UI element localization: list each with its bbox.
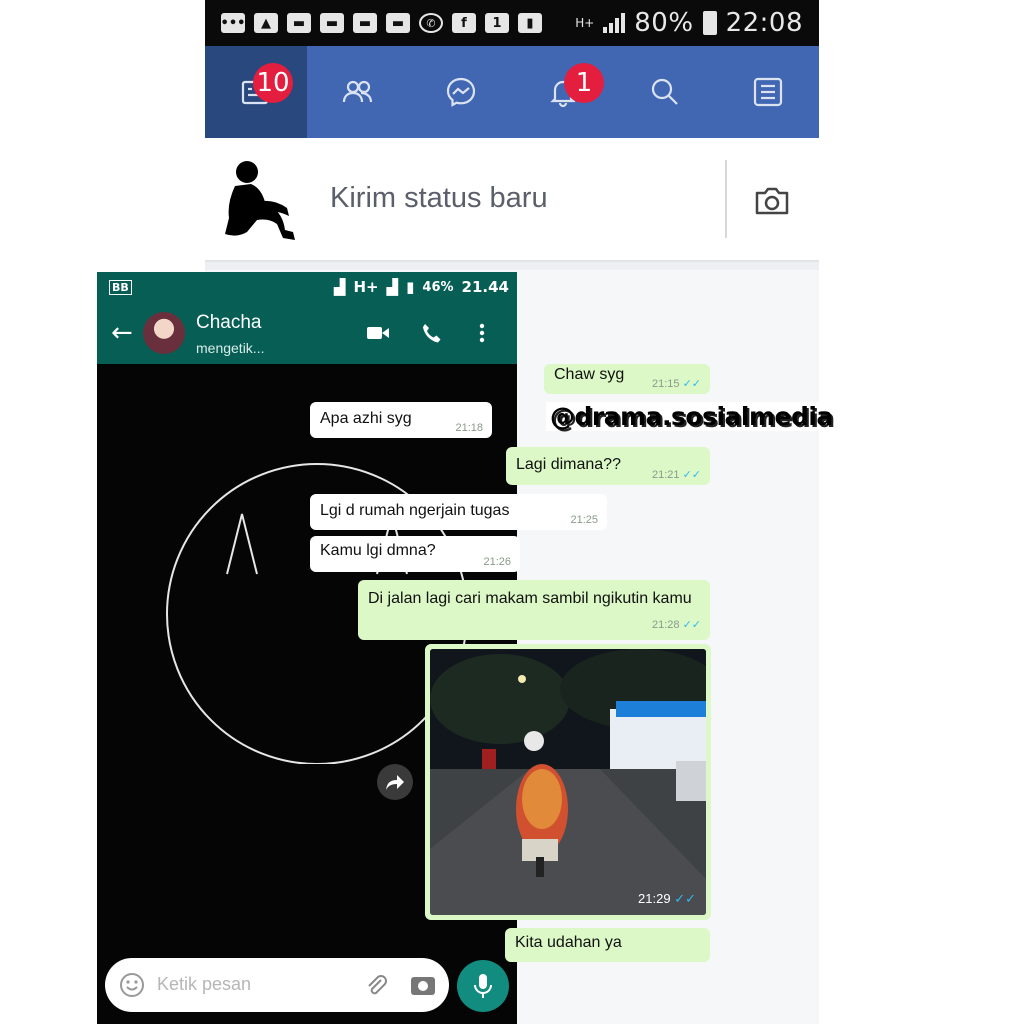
message-time: 21:26 <box>483 556 511 568</box>
contact-typing-status: mengetik... <box>196 340 265 356</box>
tab-menu[interactable] <box>717 46 819 138</box>
message-notification-icon-3: ▬ <box>353 13 377 33</box>
camera-icon[interactable] <box>409 971 437 999</box>
tab-friends[interactable] <box>307 46 409 138</box>
message-bubble-in[interactable]: Kamu lgi dmna? 21:26 <box>310 536 520 572</box>
message-text: Apa azhi syg <box>320 410 412 427</box>
message-text: Chaw syg <box>554 366 625 383</box>
message-time: 21:15 ✓✓ <box>651 378 701 390</box>
message-notification-icon-2: ▬ <box>320 13 344 33</box>
street-scene-image <box>430 649 706 915</box>
facebook-nav-bar: 10 1 <box>205 46 819 138</box>
tab-notifications[interactable]: 1 <box>512 46 614 138</box>
voice-call-icon[interactable] <box>419 322 445 344</box>
search-icon <box>652 78 679 105</box>
message-bubble-in[interactable]: Lgi d rumah ngerjain tugas 21:25 <box>310 494 607 530</box>
street-photo[interactable]: 21:29 ✓✓ <box>430 649 706 915</box>
message-bubble-out[interactable]: Lagi dimana?? 21:21 ✓✓ <box>506 447 710 485</box>
camera-icon[interactable] <box>753 184 791 218</box>
photo-message-time: 21:29 ✓✓ <box>638 891 696 906</box>
microphone-button[interactable] <box>457 960 509 1012</box>
message-time: 21:21 ✓✓ <box>651 469 701 481</box>
tab-news-feed[interactable]: 10 <box>205 46 308 138</box>
message-time: 21:25 <box>570 514 598 526</box>
emoji-icon[interactable] <box>119 972 145 998</box>
photo-message-bubble[interactable]: 21:29 ✓✓ <box>425 644 711 920</box>
notifications-badge: 1 <box>563 63 604 103</box>
watermark-text: @drama.sosialmedia <box>546 402 837 431</box>
message-input-placeholder[interactable]: Ketik pesan <box>157 974 251 995</box>
microphone-icon <box>474 974 492 998</box>
signal-box-icon: ▮ <box>518 13 542 33</box>
wa-time: 21.44 <box>461 278 509 296</box>
status-composer: Kirim status baru <box>205 138 819 262</box>
wa-battery-percent: 46% <box>422 279 454 295</box>
facebook-notification-icon: f <box>452 13 476 33</box>
message-notification-icon: ▬ <box>287 13 311 33</box>
wa-signal-icon-2: ▟ <box>386 278 399 296</box>
message-time: 21:18 <box>455 422 483 434</box>
message-text: Lgi d rumah ngerjain tugas <box>320 502 510 519</box>
composer-divider <box>725 160 727 238</box>
wa-chat-header: ← Chacha mengetik... <box>97 302 517 364</box>
status-notification-icons: ••• ▲ ▬ ▬ ▬ ▬ ✆ f 1 ▮ <box>221 13 542 33</box>
status-time: 22:08 <box>725 8 803 38</box>
wa-battery-icon: ▮ <box>406 278 415 296</box>
battery-percent: 80% <box>634 8 694 38</box>
attach-icon[interactable] <box>363 972 389 998</box>
tab-search[interactable] <box>614 46 716 138</box>
compose-status-input[interactable]: Kirim status baru <box>330 182 548 215</box>
tab-messenger[interactable] <box>410 46 512 138</box>
message-time: 21:28 ✓✓ <box>651 619 701 631</box>
whatsapp-notification-icon: ✆ <box>419 13 443 33</box>
back-arrow-icon[interactable]: ← <box>111 320 133 346</box>
message-text: Kita udahan ya <box>515 934 622 951</box>
news-feed-badge: 10 <box>253 63 293 103</box>
wa-status-bar: BB ▟ H+ ▟ ▮ 46% 21.44 <box>97 272 517 302</box>
status-bar: ••• ▲ ▬ ▬ ▬ ▬ ✆ f 1 ▮ H+ 80% 22:08 <box>205 0 819 46</box>
image-notification-icon: ▲ <box>254 13 278 33</box>
message-bubble-out[interactable]: Di jalan lagi cari makam sambil ngikutin… <box>358 580 710 640</box>
status-system-icons: H+ 80% 22:08 <box>575 8 803 38</box>
message-notification-icon-4: ▬ <box>386 13 410 33</box>
sim-badge-icon: 1 <box>485 13 509 33</box>
message-bubble-out[interactable]: Chaw syg 21:15 ✓✓ <box>544 364 710 394</box>
contact-name[interactable]: Chacha <box>196 312 262 334</box>
more-options-icon[interactable] <box>477 322 487 344</box>
chat-notification-icon: ••• <box>221 13 245 33</box>
message-bubble-in[interactable]: Apa azhi syg 21:18 <box>310 402 492 438</box>
battery-icon <box>702 11 717 35</box>
signal-strength-icon <box>603 13 626 33</box>
wa-signal-icon: ▟ <box>333 278 346 296</box>
profile-avatar[interactable] <box>217 158 303 246</box>
wa-network-type: H+ <box>353 278 379 296</box>
messenger-icon <box>446 77 475 107</box>
contact-avatar[interactable] <box>143 312 185 354</box>
message-bubble-out[interactable]: Kita udahan ya <box>505 928 710 962</box>
video-call-icon[interactable] <box>365 322 391 344</box>
message-text: Di jalan lagi cari makam sambil ngikutin… <box>368 590 692 607</box>
wa-status-right: ▟ H+ ▟ ▮ 46% 21.44 <box>334 278 509 296</box>
message-text: Lagi dimana?? <box>516 456 621 473</box>
menu-list-icon <box>753 77 782 107</box>
message-input-bar[interactable]: Ketik pesan <box>105 958 449 1012</box>
message-text: Kamu lgi dmna? <box>320 542 436 559</box>
wa-sim-icon: BB <box>109 279 132 295</box>
forward-icon[interactable] <box>377 764 413 800</box>
network-type-icon: H+ <box>575 16 595 30</box>
friends-icon <box>343 80 373 103</box>
